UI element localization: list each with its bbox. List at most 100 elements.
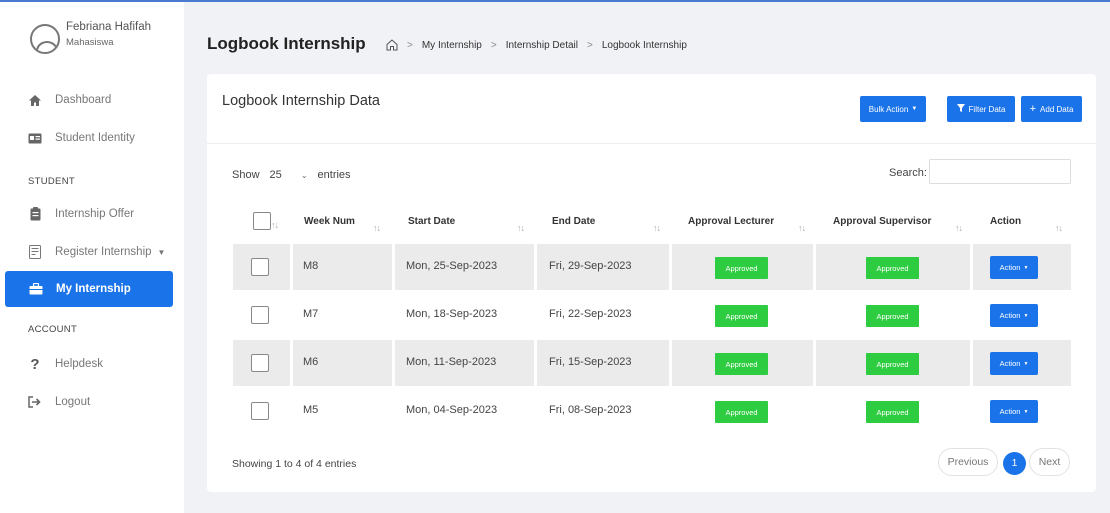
column-approval-supervisor[interactable]: Approval Supervisor bbox=[833, 216, 931, 227]
sidebar-item-helpdesk[interactable]: ? Helpdesk bbox=[0, 346, 184, 382]
breadcrumb-logbook-internship: Logbook Internship bbox=[601, 39, 687, 51]
sort-icon[interactable]: ↑↓ bbox=[1055, 223, 1063, 233]
breadcrumb-separator: > bbox=[586, 39, 593, 51]
sort-icon[interactable]: ↑↓ bbox=[798, 223, 806, 233]
cell-end-date: Fri, 29-Sep-2023 bbox=[549, 260, 632, 272]
breadcrumb-separator: > bbox=[490, 39, 497, 51]
row-checkbox[interactable] bbox=[251, 306, 269, 324]
card-divider bbox=[207, 143, 1096, 144]
cell-week: M7 bbox=[303, 308, 319, 320]
column-start-date[interactable]: Start Date bbox=[408, 216, 455, 227]
row-checkbox[interactable] bbox=[251, 258, 269, 276]
sidebar-item-internship-offer[interactable]: Internship Offer bbox=[0, 196, 184, 232]
breadcrumb: > My Internship > Internship Detail > Lo… bbox=[386, 39, 687, 51]
column-action[interactable]: Action bbox=[990, 216, 1021, 227]
sidebar-item-label: Register Internship bbox=[55, 246, 152, 258]
sidebar-item-logout[interactable]: Logout bbox=[0, 384, 184, 420]
sort-icon[interactable]: ↑↓ bbox=[653, 223, 661, 233]
chevron-down-icon: ▼ bbox=[1023, 408, 1029, 415]
table-row: M6 Mon, 11-Sep-2023 Fri, 15-Sep-2023 App… bbox=[233, 340, 1071, 386]
sidebar-item-label: Helpdesk bbox=[55, 358, 103, 370]
breadcrumb-my-internship[interactable]: My Internship bbox=[422, 40, 482, 51]
logout-icon bbox=[28, 395, 42, 409]
entries-select[interactable]: 25 ⌄ bbox=[266, 166, 312, 184]
chevron-down-icon: ▼ bbox=[1023, 312, 1029, 319]
table-row: M8 Mon, 25-Sep-2023 Fri, 29-Sep-2023 App… bbox=[233, 244, 1071, 290]
previous-button[interactable]: Previous bbox=[938, 448, 998, 476]
add-data-button[interactable]: + Add Data bbox=[1021, 96, 1082, 122]
status-badge: Approved bbox=[866, 257, 919, 279]
sort-icon[interactable]: ↑↓ bbox=[517, 223, 525, 233]
chevron-down-icon: ▼ bbox=[157, 247, 166, 257]
sidebar-item-dashboard[interactable]: Dashboard bbox=[0, 82, 184, 118]
bulk-action-button[interactable]: Bulk Action ▼ bbox=[860, 96, 926, 122]
table-header: ↑↓ Week Num ↑↓ Start Date ↑↓ End Date ↑↓… bbox=[233, 206, 1071, 244]
page-1-button[interactable]: 1 bbox=[1003, 452, 1026, 475]
home-icon bbox=[28, 93, 42, 107]
status-badge: Approved bbox=[866, 305, 919, 327]
sidebar-item-register-internship[interactable]: Register Internship ▼ bbox=[0, 234, 184, 270]
sidebar-item-label: Internship Offer bbox=[55, 208, 135, 220]
row-checkbox[interactable] bbox=[251, 354, 269, 372]
cell-start-date: Mon, 04-Sep-2023 bbox=[406, 404, 498, 416]
status-badge: Approved bbox=[715, 353, 768, 375]
row-checkbox[interactable] bbox=[251, 402, 269, 420]
table-row: M7 Mon, 18-Sep-2023 Fri, 22-Sep-2023 App… bbox=[233, 292, 1071, 338]
cell-start-date: Mon, 18-Sep-2023 bbox=[406, 308, 498, 320]
user-profile[interactable]: Febriana Hafifah Mahasiswa bbox=[30, 20, 151, 54]
chevron-down-icon: ▼ bbox=[1023, 264, 1029, 271]
sidebar-item-student-identity[interactable]: Student Identity bbox=[0, 120, 184, 156]
cell-end-date: Fri, 22-Sep-2023 bbox=[549, 308, 632, 320]
profile-role: Mahasiswa bbox=[66, 37, 114, 48]
chevron-down-icon: ⌄ bbox=[300, 170, 308, 180]
status-badge: Approved bbox=[866, 353, 919, 375]
cell-start-date: Mon, 25-Sep-2023 bbox=[406, 260, 498, 272]
action-button[interactable]: Action ▼ bbox=[990, 256, 1038, 279]
card-title: Logbook Internship Data bbox=[222, 93, 380, 109]
sidebar-item-label: My Internship bbox=[56, 283, 131, 295]
action-button[interactable]: Action ▼ bbox=[990, 352, 1038, 375]
cell-week: M6 bbox=[303, 356, 319, 368]
form-icon bbox=[28, 245, 42, 259]
column-week-num[interactable]: Week Num bbox=[304, 216, 355, 227]
sort-icon[interactable]: ↑↓ bbox=[271, 220, 279, 230]
search-input[interactable] bbox=[929, 159, 1071, 184]
sort-icon[interactable]: ↑↓ bbox=[955, 223, 963, 233]
status-badge: Approved bbox=[715, 257, 768, 279]
sort-icon[interactable]: ↑↓ bbox=[373, 223, 381, 233]
sidebar-item-label: Logout bbox=[55, 396, 91, 408]
column-end-date[interactable]: End Date bbox=[552, 216, 595, 227]
page-title: Logbook Internship bbox=[207, 34, 366, 53]
sidebar: Febriana Hafifah Mahasiswa Dashboard Stu… bbox=[0, 2, 184, 513]
briefcase-icon bbox=[29, 282, 43, 296]
section-student: STUDENT bbox=[28, 176, 75, 187]
column-approval-lecturer[interactable]: Approval Lecturer bbox=[688, 216, 774, 227]
logbook-card: Logbook Internship Data Bulk Action ▼ Fi… bbox=[207, 74, 1096, 492]
filter-data-button[interactable]: Filter Data bbox=[947, 96, 1015, 122]
cell-week: M8 bbox=[303, 260, 319, 272]
chevron-down-icon: ▼ bbox=[1023, 360, 1029, 367]
sidebar-item-label: Dashboard bbox=[55, 94, 112, 106]
status-badge: Approved bbox=[715, 305, 768, 327]
entries-info: Showing 1 to 4 of 4 entries bbox=[232, 458, 357, 470]
cell-start-date: Mon, 11-Sep-2023 bbox=[406, 356, 497, 368]
table-row: M5 Mon, 04-Sep-2023 Fri, 08-Sep-2023 App… bbox=[233, 388, 1071, 434]
clipboard-icon bbox=[28, 207, 42, 221]
status-badge: Approved bbox=[866, 401, 919, 423]
sidebar-item-label: Student Identity bbox=[55, 132, 135, 144]
action-button[interactable]: Action ▼ bbox=[990, 304, 1038, 327]
select-all-checkbox[interactable] bbox=[253, 212, 271, 230]
home-icon[interactable] bbox=[386, 39, 398, 51]
action-button[interactable]: Action ▼ bbox=[990, 400, 1038, 423]
chevron-down-icon: ▼ bbox=[911, 106, 918, 112]
plus-icon: + bbox=[1029, 103, 1037, 115]
cell-end-date: Fri, 15-Sep-2023 bbox=[549, 356, 632, 368]
status-badge: Approved bbox=[715, 401, 768, 423]
cell-week: M5 bbox=[303, 404, 319, 416]
sidebar-item-my-internship[interactable]: My Internship bbox=[5, 271, 173, 307]
next-button[interactable]: Next bbox=[1029, 448, 1070, 476]
cell-end-date: Fri, 08-Sep-2023 bbox=[549, 404, 632, 416]
breadcrumb-internship-detail[interactable]: Internship Detail bbox=[506, 40, 578, 51]
profile-name: Febriana Hafifah bbox=[66, 21, 152, 33]
show-entries: Show 25 ⌄ entries bbox=[232, 166, 351, 184]
